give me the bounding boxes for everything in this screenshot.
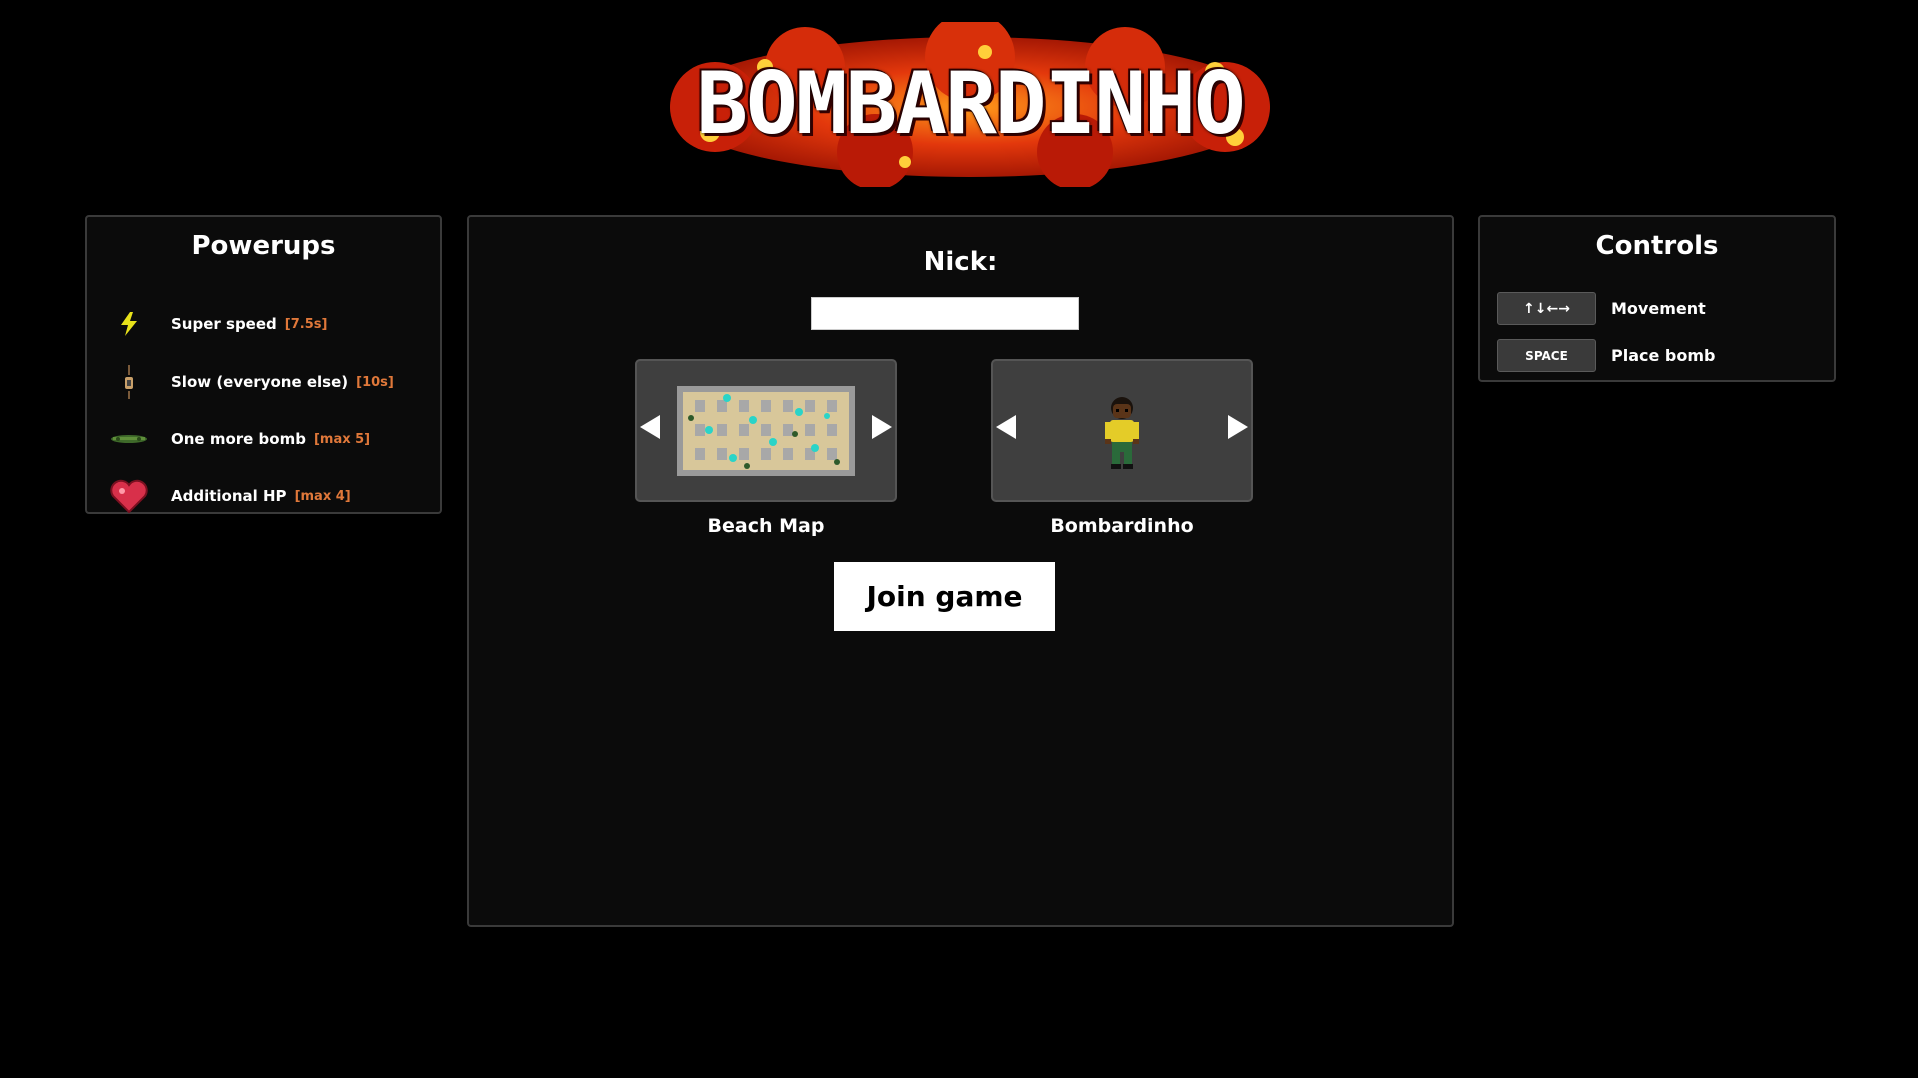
map-preview-image — [677, 386, 855, 476]
powerups-title: Powerups — [191, 231, 336, 261]
powerup-note: [max 4] — [294, 488, 351, 504]
nick-input[interactable] — [811, 297, 1079, 330]
powerup-item: Super speed [7.5s] — [107, 304, 327, 344]
powerup-item: Additional HP [max 4] — [107, 476, 351, 516]
powerup-item: One more bomb [max 5] — [107, 419, 370, 459]
join-game-button[interactable]: Join game — [834, 562, 1055, 631]
powerup-label: Super speed — [171, 315, 277, 333]
character-name: Bombardinho — [1050, 515, 1194, 537]
logo-title: BOMBARDINHO — [696, 54, 1246, 154]
character-next-arrow-icon[interactable] — [1228, 415, 1248, 439]
place-bomb-label: Place bomb — [1611, 346, 1716, 365]
controls-title: Controls — [1595, 231, 1719, 261]
nick-label: Nick: — [923, 247, 998, 277]
powerups-panel: Powerups Super speed [7.5s] Slow (everyo… — [85, 215, 442, 514]
character-selector — [991, 359, 1253, 502]
powerup-item: Slow (everyone else) [10s] — [107, 362, 394, 402]
powerup-label: Additional HP — [171, 487, 287, 505]
powerup-note: [10s] — [356, 374, 394, 390]
map-name: Beach Map — [707, 515, 825, 537]
arrow-keys-key: ↑↓←→ — [1497, 292, 1596, 325]
controls-panel: Controls ↑↓←→ Movement SPACE Place bomb — [1478, 215, 1836, 382]
powerup-note: [7.5s] — [284, 316, 328, 332]
character-sprite — [1105, 397, 1139, 469]
map-selector — [635, 359, 897, 502]
powerup-label: Slow (everyone else) — [171, 373, 349, 391]
movement-label: Movement — [1611, 299, 1706, 318]
hourglass-icon — [107, 362, 151, 402]
map-next-arrow-icon[interactable] — [872, 415, 892, 439]
game-logo: BOMBARDINHO — [655, 22, 1285, 187]
character-prev-arrow-icon[interactable] — [996, 415, 1016, 439]
lobby-panel: Nick: Beach Map Bombardinho Join game — [467, 215, 1454, 927]
heart-icon — [107, 476, 151, 516]
map-prev-arrow-icon[interactable] — [640, 415, 660, 439]
lightning-icon — [107, 304, 151, 344]
powerup-label: One more bomb — [171, 430, 306, 448]
bomb-plus-icon — [107, 419, 151, 459]
powerup-note: [max 5] — [313, 431, 371, 447]
space-key: SPACE — [1497, 339, 1596, 372]
